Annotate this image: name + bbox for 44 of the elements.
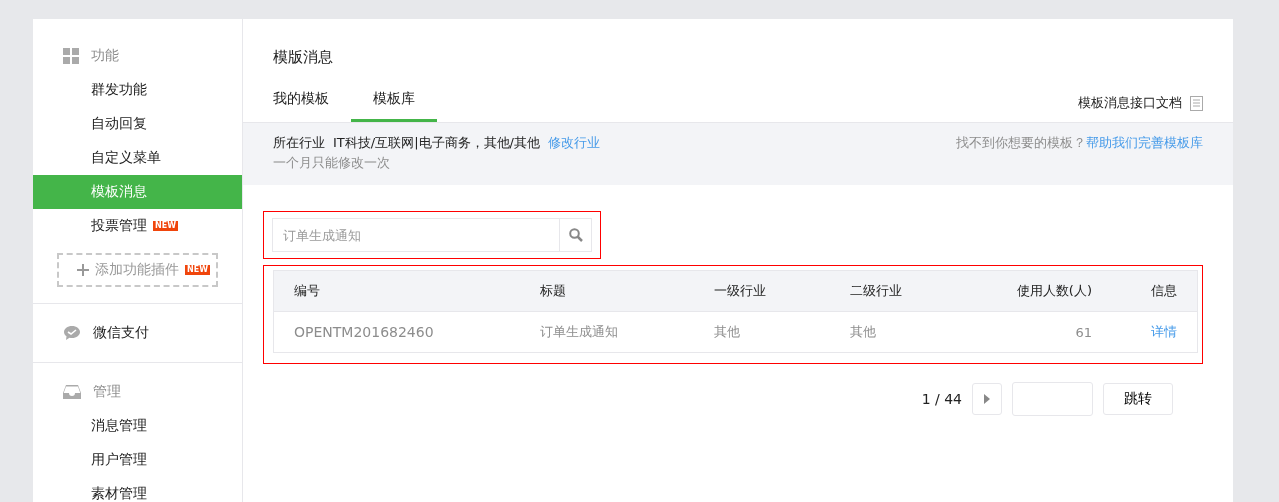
industry-label: 所在行业	[273, 134, 325, 152]
chat-check-icon	[63, 325, 81, 341]
column-header: 二级行业	[850, 282, 903, 300]
help-text: 找不到你想要的模板？	[956, 134, 1086, 152]
table-cell-text: 61	[1074, 324, 1092, 340]
column-header: 标题	[540, 282, 567, 300]
inbox-icon	[63, 384, 81, 400]
menu-item[interactable]: 素材管理	[33, 477, 242, 502]
new-badge: NEW	[185, 265, 210, 275]
new-badge: NEW	[153, 221, 178, 231]
search-icon	[568, 228, 583, 242]
menu-item[interactable]: 用户管理	[33, 443, 242, 477]
menu-section-title[interactable]: 微信支付	[93, 324, 149, 342]
table-cell-text: OPENTM201682460	[294, 324, 435, 340]
jump-button[interactable]: 跳转	[1103, 383, 1173, 415]
column-header: 一级行业	[714, 282, 767, 300]
industry-value: IT科技/互联网|电子商务，其他/其他	[333, 134, 540, 152]
plus-icon	[77, 264, 89, 276]
column-header: 编号	[294, 282, 321, 300]
column-header: 使用人数(人)	[1015, 282, 1092, 300]
menu-section-title: 管理	[93, 383, 121, 401]
search-field[interactable]: 订单生成通知	[272, 218, 560, 252]
menu-section-title: 功能	[91, 47, 119, 65]
page-title: 模版消息	[272, 47, 334, 68]
play-icon	[984, 394, 990, 404]
table-cell-text: 其他	[714, 323, 741, 341]
menu-item[interactable]: 自动回复	[33, 107, 242, 141]
table-cell-text: 其他	[850, 323, 877, 341]
column-header: 信息	[1150, 282, 1177, 300]
menu-item[interactable]: 投票管理 NEW	[33, 209, 242, 243]
menu-item[interactable]: 自定义菜单	[33, 141, 242, 175]
table-cell-text: 订单生成通知	[540, 323, 619, 341]
grid-icon	[63, 48, 79, 64]
add-plugin-button[interactable]: 添加功能插件 NEW	[57, 253, 218, 287]
next-page-button[interactable]	[972, 383, 1002, 415]
menu-item[interactable]: 群发功能	[33, 73, 242, 107]
menu-item[interactable]: 消息管理	[33, 409, 242, 443]
tab[interactable]: 我的模板	[251, 84, 351, 122]
page-indicator: 1 / 44	[921, 391, 962, 407]
doc-link[interactable]: 模板消息接口文档	[1078, 84, 1203, 122]
industry-note: 一个月只能修改一次	[273, 154, 390, 172]
page-input[interactable]	[1012, 382, 1093, 416]
document-icon	[1190, 95, 1203, 111]
search-button[interactable]	[560, 218, 592, 252]
